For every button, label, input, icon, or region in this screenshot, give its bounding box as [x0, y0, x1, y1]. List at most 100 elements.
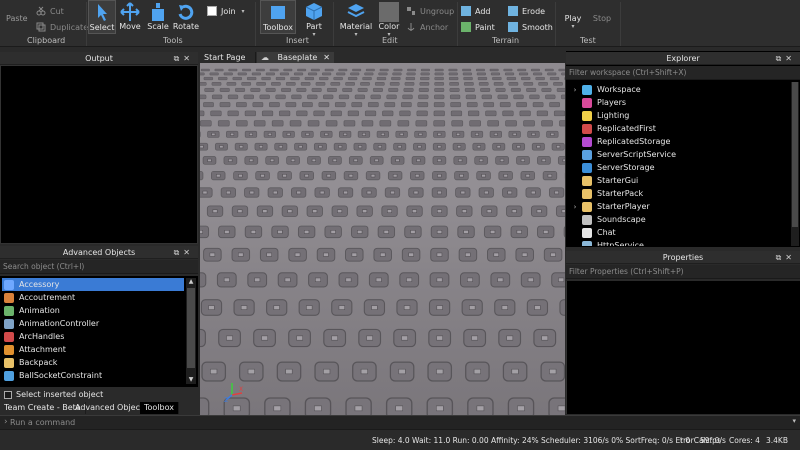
paste-button[interactable]: Paste [6, 0, 28, 23]
explorer-item[interactable]: Players [570, 96, 626, 109]
explorer-item[interactable]: ReplicatedStorage [570, 135, 670, 148]
undock-icon[interactable]: ⧉ [776, 54, 786, 63]
paint-icon [461, 22, 471, 32]
explorer-item[interactable]: › StarterPlayer [570, 200, 650, 213]
command-prompt-icon: › [4, 417, 8, 427]
explorer-item-label: StarterPlayer [597, 202, 650, 211]
list-item[interactable]: AnimationController [2, 317, 184, 330]
terrain-erode-button[interactable]: Erode [508, 6, 545, 16]
undock-icon[interactable]: ⧉ [174, 248, 184, 257]
scrollbar-thumb[interactable] [792, 82, 798, 227]
list-item-label: Animation [19, 306, 60, 315]
cut-button[interactable]: Cut [36, 6, 64, 16]
service-icon [582, 149, 592, 160]
chevron-down-icon: ▾ [312, 31, 316, 38]
part-button[interactable]: Part ▾ [303, 0, 325, 38]
explorer-item[interactable]: ReplicatedFirst [570, 122, 656, 135]
stop-button[interactable]: Stop [590, 0, 614, 23]
output-title: Output [85, 54, 113, 63]
expand-arrow-icon[interactable]: › [570, 203, 580, 211]
explorer-item[interactable]: Chat [570, 226, 616, 239]
terrain-erode-label: Erode [522, 6, 546, 16]
status-cores: Cores: 4 [729, 436, 760, 445]
explorer-item[interactable]: StarterPack [570, 187, 643, 200]
list-item[interactable]: Accessory [2, 278, 184, 291]
object-class-icon [4, 370, 14, 381]
filter-properties-input[interactable]: Filter Properties (Ctrl+Shift+P) [566, 265, 800, 279]
move-button[interactable]: Move [119, 0, 141, 31]
explorer-item[interactable]: Soundscape [570, 213, 646, 226]
advanced-objects-list: Accessory Accoutrement Animation AnimationC… [0, 276, 198, 387]
close-icon[interactable]: ✕ [183, 54, 194, 63]
select-inserted-row[interactable]: Select inserted object [0, 388, 198, 402]
toolbox-button[interactable]: Toolbox [260, 0, 296, 34]
explorer-item[interactable]: HttpService [570, 239, 644, 246]
list-item[interactable]: Accoutrement [2, 291, 184, 304]
move-arrows-icon [120, 2, 140, 21]
select-inserted-checkbox[interactable] [4, 391, 12, 399]
close-icon[interactable]: ✕ [785, 54, 796, 63]
select-button[interactable]: Select [88, 0, 116, 34]
list-item[interactable]: Backpack [2, 356, 184, 369]
insert-group-label: Insert [286, 36, 309, 45]
status-stats: Sleep: 4.0 Wait: 11.0 Run: 0.00 Affinity… [372, 436, 726, 445]
undock-icon[interactable]: ⧉ [174, 54, 184, 63]
anchor-button[interactable]: Anchor [406, 22, 448, 32]
divider [255, 2, 256, 46]
color-label: Color [378, 22, 400, 31]
list-item[interactable]: Animation [2, 304, 184, 317]
scroll-up-icon[interactable]: ▲ [186, 278, 196, 286]
edit-group-label: Edit [382, 36, 398, 45]
join-button[interactable]: Join ▾ [207, 6, 245, 16]
play-button[interactable]: Play ▾ [562, 0, 584, 30]
search-object-placeholder: Search object (Ctrl+I) [3, 262, 85, 271]
close-icon[interactable]: ✕ [785, 253, 796, 262]
list-item-label: Accessory [19, 280, 60, 289]
anchor-label: Anchor [420, 22, 449, 32]
properties-panel [566, 281, 800, 414]
undock-icon[interactable]: ⧉ [776, 253, 786, 262]
command-bar[interactable]: › Run a command ▾ [0, 415, 800, 430]
terrain-smooth-button[interactable]: Smooth [508, 22, 553, 32]
tab-baseplate-label: Baseplate [277, 53, 318, 62]
scale-button[interactable]: Scale [147, 0, 169, 31]
explorer-item[interactable]: Lighting [570, 109, 629, 122]
scrollbar[interactable]: ▲ ▼ [186, 278, 196, 384]
object-class-icon [4, 305, 14, 316]
filter-workspace-placeholder: Filter workspace (Ctrl+Shift+X) [569, 68, 687, 77]
terrain-group-label: Terrain [492, 36, 520, 45]
list-item-label: AnimationController [19, 319, 100, 328]
search-object-input[interactable]: Search object (Ctrl+I) [0, 260, 198, 274]
list-item[interactable]: ArcHandles [2, 330, 184, 343]
terrain-add-button[interactable]: Add [461, 6, 491, 16]
3d-viewport[interactable]: Z X [200, 63, 565, 415]
scroll-down-icon[interactable]: ▼ [186, 376, 196, 384]
explorer-item[interactable]: ServerScriptService [570, 148, 676, 161]
material-button[interactable]: Material ▾ [340, 0, 372, 38]
divider [620, 2, 621, 46]
tab-toolbox[interactable]: Toolbox [140, 402, 179, 414]
expand-arrow-icon[interactable]: › [570, 86, 580, 94]
color-button[interactable]: Color ▾ [377, 0, 401, 38]
list-item[interactable]: BallSocketConstraint [2, 369, 184, 382]
panel-controls: ⧉✕ [776, 52, 796, 65]
service-icon [582, 227, 592, 238]
scale-label: Scale [147, 22, 169, 31]
advanced-objects-title: Advanced Objects [62, 248, 136, 257]
explorer-item[interactable]: › Workspace [570, 83, 641, 96]
list-item[interactable]: Attachment [2, 343, 184, 356]
chevron-down-icon: ▾ [571, 23, 575, 30]
rotate-button[interactable]: Rotate [172, 0, 200, 31]
explorer-item[interactable]: StarterGui [570, 174, 638, 187]
filter-workspace-input[interactable]: Filter workspace (Ctrl+Shift+X) [566, 66, 800, 80]
close-icon[interactable]: ✕ [183, 248, 194, 257]
duplicate-button[interactable]: Duplicate [36, 22, 88, 32]
explorer-item[interactable]: ServerStorage [570, 161, 655, 174]
chevron-down-icon[interactable]: ▾ [792, 417, 796, 425]
explorer-scrollbar[interactable] [791, 82, 799, 246]
scrollbar-thumb[interactable] [187, 288, 195, 368]
ungroup-button[interactable]: Ungroup [406, 6, 454, 16]
explorer-item-label: ReplicatedFirst [597, 124, 656, 133]
terrain-paint-button[interactable]: Paint [461, 22, 495, 32]
explorer-tree: › Workspace Players Lighting ReplicatedFirst… [566, 82, 790, 246]
